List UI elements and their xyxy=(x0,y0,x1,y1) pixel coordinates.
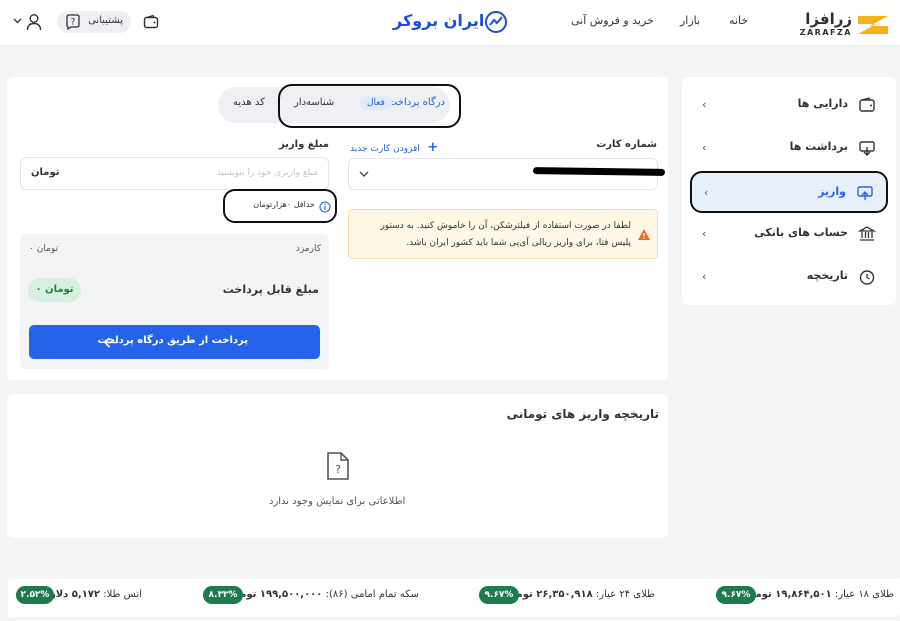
wallet-icon xyxy=(859,97,875,112)
nav-home[interactable]: خانه xyxy=(729,14,748,27)
empty-state-text: اطلاعاتی برای نمایش وجود ندارد xyxy=(269,496,406,507)
amount-placeholder: مبلغ واریزی خود را بنویسید xyxy=(216,168,318,178)
ticker-gold18: طلای ۱۸ عیار: ۱۹,۸۶۴,۵۰۱ تومان xyxy=(743,589,894,600)
sidebar-item-label: تاریخچه xyxy=(806,269,848,282)
logo-text-en: ZARAFZA xyxy=(799,28,852,37)
support-button[interactable]: پشتیبانی ? xyxy=(57,11,131,33)
ticker-value: ۱۹,۸۶۴,۵۰۱ تومان xyxy=(743,589,832,600)
chevron-left-icon: ‹ xyxy=(704,186,709,199)
sidebar-item-bank-accounts[interactable]: حساب های بانکی ‹ xyxy=(690,216,888,252)
history-icon xyxy=(859,270,875,285)
pay-gateway-button[interactable]: پرداخت از طریق درگاه پرداخت xyxy=(29,325,320,359)
amount-label: مبلغ واریز xyxy=(278,139,329,150)
sidebar-item-deposit[interactable]: واریز ‹ xyxy=(690,171,888,213)
history-title: تاریخچه واریز های تومانی xyxy=(506,407,659,421)
minimum-hint: حداقل ۰هزارتومان xyxy=(223,189,337,223)
svg-text:?: ? xyxy=(71,18,76,28)
active-badge: فعال xyxy=(360,96,392,110)
add-card-label: افزودن کارت جدید xyxy=(350,144,420,154)
ticker-label: سکه تمام امامی (۸۶): xyxy=(325,589,419,600)
withdraw-icon xyxy=(859,141,875,156)
warning-icon xyxy=(638,229,650,240)
history-card: تاریخچه واریز های تومانی ? اطلاعاتی برای… xyxy=(7,394,668,538)
tab-gateway[interactable]: درگاه پرداخت فعال xyxy=(278,84,461,128)
chevron-down-icon xyxy=(359,171,369,177)
zarafza-mark-icon xyxy=(858,16,888,34)
ticker-gold24: طلای ۲۴ عیار: ۲۶,۳۵۰,۹۱۸ تومان xyxy=(504,589,655,600)
svg-text:?: ? xyxy=(335,463,341,476)
tab-gift-code[interactable]: کد هدیه xyxy=(233,97,265,108)
warning-text: لطفا در صورت استفاده از فیلترشکن، آن را … xyxy=(380,221,631,248)
chevron-down-icon[interactable] xyxy=(13,18,22,24)
minimum-text: حداقل ۰هزارتومان xyxy=(253,200,315,209)
ticker-change: ۸.۳۳% xyxy=(203,586,243,604)
ticker-value: ۵,۱۷۲ دلار xyxy=(49,589,101,600)
sidebar-item-withdrawals[interactable]: برداشت ها ‹ xyxy=(690,130,888,166)
top-header: زرافزا ZARAFZA خانه بازار خرید و فروش آن… xyxy=(0,0,900,46)
brand-text: ایران بروکر xyxy=(393,11,485,30)
amount-input[interactable]: مبلغ واریزی خود را بنویسید تومان xyxy=(20,157,329,190)
wallet-icon[interactable] xyxy=(143,14,159,30)
ticker-ounce: انس طلا: ۵,۱۷۲ دلار xyxy=(50,589,142,600)
bank-icon xyxy=(858,226,876,241)
chevron-left-icon: ‹ xyxy=(702,141,707,154)
sidebar-item-label: برداشت ها xyxy=(789,140,848,153)
fee-value: ۰ تومان xyxy=(29,244,59,254)
plus-icon: + xyxy=(427,140,439,155)
support-label: پشتیبانی xyxy=(88,15,123,26)
sidebar-item-history[interactable]: تاریخچه ‹ xyxy=(690,259,888,295)
ticker-change: ۹.۶۷% xyxy=(479,586,519,604)
ticker-change: ۲.۵۲% xyxy=(16,586,54,604)
payable-value: ۰ تومان xyxy=(28,278,81,302)
sidebar: دارایی ها ‹ برداشت ها ‹ واریز ‹ حساب های… xyxy=(682,77,896,305)
user-icon[interactable] xyxy=(26,13,42,31)
nav-market[interactable]: بازار xyxy=(680,14,700,27)
payment-summary: کارمزد ۰ تومان مبلغ قابل پرداخت ۰ تومان … xyxy=(20,234,329,369)
ticker-label: طلای ۲۴ عیار: xyxy=(595,589,655,600)
add-card-link[interactable]: افزودن کارت جدید + xyxy=(350,140,438,155)
tab-gateway-label: درگاه پرداخت xyxy=(387,97,445,108)
price-ticker: طلای ۱۸ عیار: ۱۹,۸۶۴,۵۰۱ تومان ۹.۶۷% طلا… xyxy=(8,579,900,617)
chevron-left-icon: ‹ xyxy=(702,270,707,283)
question-bubble-icon: ? xyxy=(66,14,80,30)
arrow-left-icon xyxy=(104,337,117,348)
chevron-left-icon: ‹ xyxy=(702,98,707,111)
document-question-icon: ? xyxy=(327,452,349,480)
deposit-icon xyxy=(857,186,873,200)
ticker-label: طلای ۱۸ عیار: xyxy=(834,589,894,600)
zarafza-logo[interactable]: زرافزا ZARAFZA xyxy=(800,10,890,38)
payable-label: مبلغ قابل پرداخت xyxy=(222,283,319,296)
chevron-left-icon: ‹ xyxy=(702,227,707,240)
ticker-coin: سکه تمام امامی (۸۶): ۱۹۹,۵۰۰,۰۰۰ تومان xyxy=(228,589,419,600)
sidebar-item-assets[interactable]: دارایی ها ‹ xyxy=(690,87,888,123)
ticker-label: انس طلا: xyxy=(103,589,142,600)
ticker-change: ۹.۶۷% xyxy=(716,586,756,604)
iranbroker-logo[interactable]: ایران بروکر xyxy=(393,9,508,35)
fee-label: کارمزد xyxy=(295,244,321,254)
vpn-warning: لطفا در صورت استفاده از فیلترشکن، آن را … xyxy=(348,209,658,259)
card-number-label: شماره کارت xyxy=(596,139,657,150)
sidebar-item-label: حساب های بانکی xyxy=(754,226,848,239)
sidebar-item-label: دارایی ها xyxy=(797,97,848,110)
sidebar-item-label: واریز xyxy=(818,185,846,198)
info-icon xyxy=(319,201,331,213)
trend-logo-icon xyxy=(485,11,507,33)
nav-instant-trade[interactable]: خرید و فروش آنی xyxy=(571,14,654,27)
amount-unit: تومان xyxy=(31,167,60,178)
logo-text-fa: زرافزا xyxy=(805,10,852,28)
pay-button-label: پرداخت از طریق درگاه پرداخت xyxy=(97,335,248,346)
